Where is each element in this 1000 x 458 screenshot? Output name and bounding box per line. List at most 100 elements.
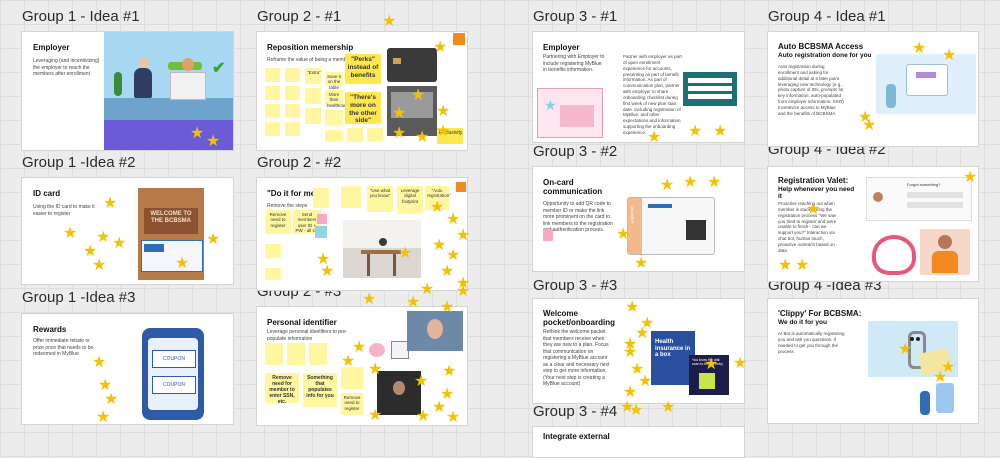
sticky-note xyxy=(265,343,283,365)
frame-body: Partnering with Employer to include regi… xyxy=(543,54,605,73)
frame-title: On-card communication xyxy=(543,178,603,197)
frame-group4-idea2[interactable]: Registration Valet: Help whenever you ne… xyxy=(767,166,979,282)
coupon-label: COUPON xyxy=(152,376,196,394)
sticky-note xyxy=(341,186,361,208)
phone-user-illustration xyxy=(914,383,962,417)
sticky-note xyxy=(265,122,280,136)
face-scan-photo xyxy=(407,311,463,351)
sticky-note: Remove need for member to enter SSN, etc… xyxy=(265,373,299,405)
scan-card-text: You know the drill: scan to before entry xyxy=(692,358,723,366)
benefits-info-image xyxy=(683,72,737,106)
sticky-note xyxy=(285,68,300,82)
frame-title: Personal identifier xyxy=(267,318,337,327)
frame-body: Using the ID card to make it easier to r… xyxy=(33,204,95,217)
person-illustration xyxy=(920,229,970,275)
frame-body: AI Bot is automatically registering you … xyxy=(778,331,845,354)
sticky-note xyxy=(305,88,321,104)
employer-illustration: ✔ xyxy=(104,32,233,120)
pink-sticky xyxy=(543,229,553,241)
group-label: Group 2 - #1 xyxy=(257,8,342,25)
sticky-note xyxy=(367,128,383,142)
frame-subtitle: Auto registration done for you xyxy=(778,52,872,59)
sticky-note xyxy=(265,268,281,280)
frame-body: Offer immediate rebate or prize once tha… xyxy=(33,338,94,357)
sticky-note: "Perks" instead of benefits xyxy=(345,54,381,84)
group-label: Group 1 -Idea #2 xyxy=(22,154,136,171)
group-label: Group 3 - #1 xyxy=(533,8,618,25)
frame-body: Leverage personal identifiers to pre-pop… xyxy=(267,329,348,342)
frame-group3-4[interactable]: Integrate external xyxy=(532,426,745,458)
frame-body: Leveraging (and incentivizing) the emplo… xyxy=(33,58,100,77)
sticky-note: Remove need to register xyxy=(341,393,363,415)
sticky-note: Exclusivity xyxy=(437,128,463,144)
coupon-phone-image: COUPON COUPON xyxy=(142,328,204,420)
group-label: Group 3 - #2 xyxy=(533,143,618,160)
vote-star-icon: ★ xyxy=(382,13,397,30)
frame-body: Rethink the welcome packet that members … xyxy=(543,329,610,387)
onboarding-checklist-image: ★ xyxy=(537,88,603,138)
chat-panel-text: Forgot something? xyxy=(907,182,941,187)
frame-group2-2[interactable]: "Do it for me!" Remove the steps Remove … xyxy=(256,177,468,291)
credit-card-image xyxy=(387,48,437,82)
group-label: Group 3 - #4 xyxy=(533,403,618,420)
sticky-note: Something that populates info for you xyxy=(303,373,337,407)
chat-panel: Forgot something? xyxy=(866,177,972,221)
frame-group2-1[interactable]: Reposition memership Reframe the value o… xyxy=(256,31,468,151)
frame-group3-1[interactable]: Employer Partnering with Employer to inc… xyxy=(532,31,745,143)
sticky-note xyxy=(265,244,281,258)
sticky-note xyxy=(285,104,300,118)
frame-group1-idea1[interactable]: Employer Leveraging (and incentivizing) … xyxy=(21,31,234,151)
pink-circle xyxy=(369,343,385,357)
group-label: Group 4 - Idea #1 xyxy=(768,8,886,25)
frame-group3-2[interactable]: On-card communication Opportunity to add… xyxy=(532,166,745,272)
sticky-note: Save it on the table xyxy=(325,72,343,90)
perk-card-image xyxy=(387,86,437,136)
relaxing-person-image xyxy=(343,220,421,278)
sticky-note: "Extra" xyxy=(305,68,321,84)
sticky-note xyxy=(305,108,321,124)
member-id-card: MEMBER xyxy=(627,197,715,255)
frame-group1-idea2[interactable]: ID card Using the ID card to make it eas… xyxy=(21,177,234,285)
frame-subtitle: Help whenever you need it xyxy=(778,186,855,201)
employer-banner xyxy=(104,120,233,150)
sticky-note xyxy=(341,367,363,389)
frame-body-detail: Partner with employer as part of open en… xyxy=(623,54,682,135)
sticky-note xyxy=(265,86,280,100)
group-label: Group 3 - #3 xyxy=(533,277,618,294)
sticky-note: "Use what you know" xyxy=(367,186,393,212)
frame-title: Auto BCBSMA Access xyxy=(778,42,864,51)
frame-group2-3[interactable]: Personal identifier Leverage personal id… xyxy=(256,306,468,426)
sticky-note: "Auto registration" xyxy=(425,186,451,210)
pink-sticky xyxy=(317,214,327,224)
card-label: MEMBER xyxy=(630,206,635,224)
frame-body: Proactive reaching out when member is st… xyxy=(778,201,837,253)
frame-title: 'Clippy' For BCBSMA: xyxy=(778,309,862,318)
frame-body: Opportunity to add QR code to member ID … xyxy=(543,201,613,233)
frame-title: Employer xyxy=(33,43,70,52)
orange-sticky-marker xyxy=(456,182,466,192)
sticky-note: Leverage digital footprint xyxy=(397,186,423,214)
sticky-note xyxy=(265,68,280,82)
coupon-label: COUPON xyxy=(152,350,196,368)
sticky-note: "There's more on the other side" xyxy=(345,92,381,124)
frame-title: Rewards xyxy=(33,325,67,334)
frame-group1-idea3[interactable]: Rewards Offer immediate rebate or prize … xyxy=(21,313,234,425)
frame-group4-idea1[interactable]: Auto BCBSMA Access Auto registration don… xyxy=(767,31,979,147)
frame-body: Auto registration during enrollment and … xyxy=(778,64,844,116)
group-label: Group 1 - Idea #1 xyxy=(22,8,140,25)
sticky-note xyxy=(287,343,305,365)
frame-title: Registration Valet: xyxy=(778,176,849,185)
sticky-note xyxy=(347,128,363,142)
frame-group3-3[interactable]: Welcome pocket/onboarding Rethink the we… xyxy=(532,298,745,404)
frame-title: Integrate external xyxy=(543,432,610,441)
frame-subtitle: We do it for you xyxy=(778,319,827,326)
box-text: Health insurance in a box xyxy=(655,339,691,359)
sticky-note: Remove need to register xyxy=(265,210,291,234)
clippy-illustration xyxy=(868,321,958,377)
group-label: Group 1 -Idea #3 xyxy=(22,289,136,306)
frame-group4-idea3[interactable]: 'Clippy' For BCBSMA: We do it for you AI… xyxy=(767,298,979,424)
sticky-note: More than healthcare xyxy=(325,90,349,108)
scan-card-image: You know the drill: scan to before entry xyxy=(689,355,729,395)
teal-sticky xyxy=(315,226,327,238)
sticky-note xyxy=(309,343,327,365)
